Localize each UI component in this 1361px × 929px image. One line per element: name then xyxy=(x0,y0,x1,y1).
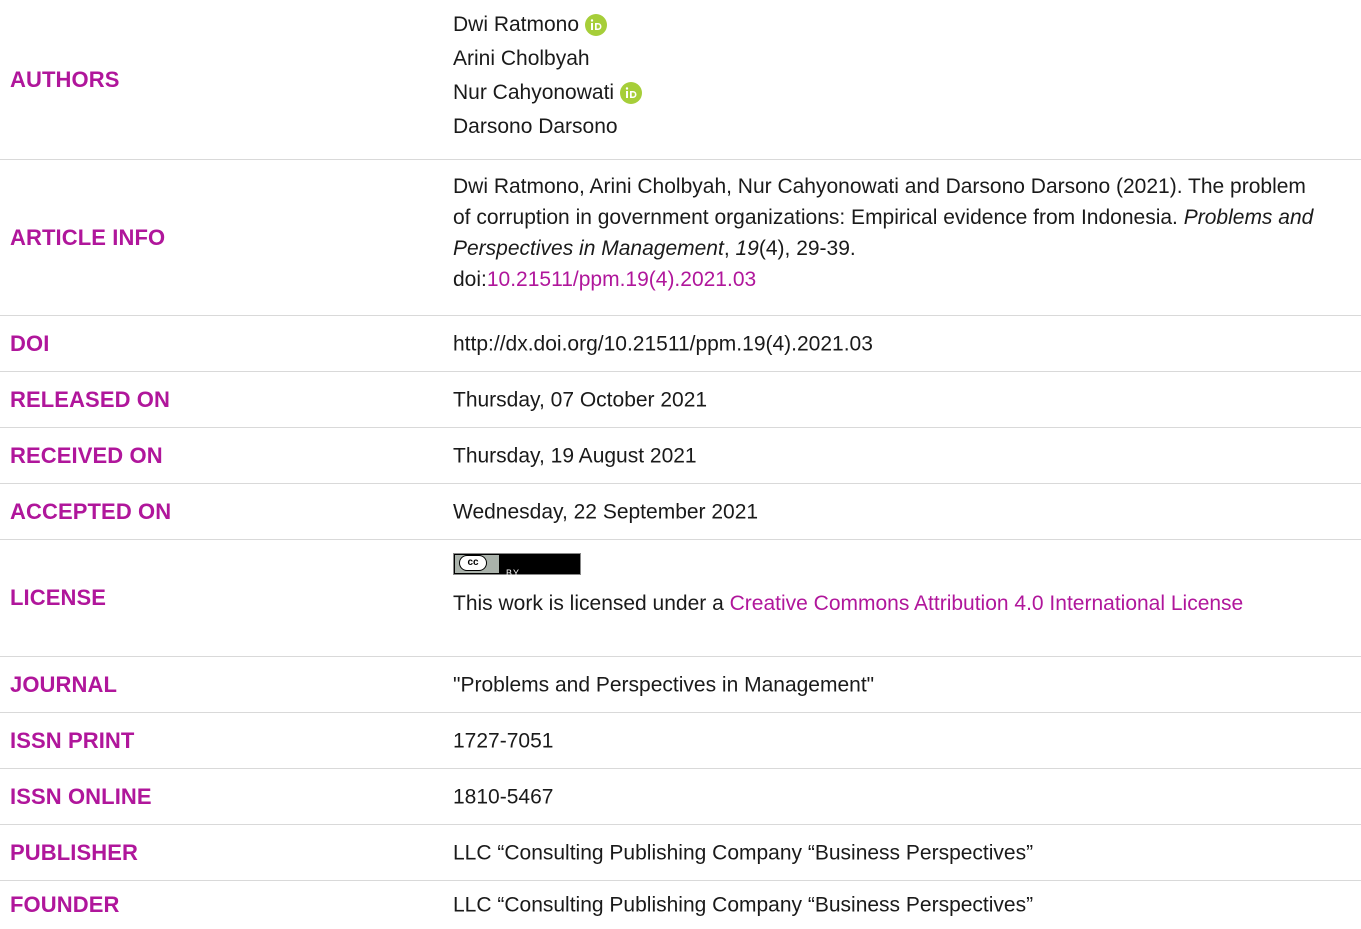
publisher-label: PUBLISHER xyxy=(10,839,139,865)
author-item: Darsono Darsono xyxy=(453,110,1321,144)
issn-online-value: 1810-5467 xyxy=(453,785,554,808)
orcid-icon[interactable] xyxy=(585,14,608,36)
orcid-icon[interactable] xyxy=(620,82,643,104)
doi-prefix: doi: xyxy=(453,268,487,291)
row-doi: DOI http://dx.doi.org/10.21511/ppm.19(4)… xyxy=(0,316,1361,372)
row-authors: AUTHORS Dwi Ratmono Arini Cholbyah Nur C… xyxy=(0,0,1361,160)
license-label: LICENSE xyxy=(10,585,107,610)
accepted-on-label: ACCEPTED ON xyxy=(10,498,172,524)
license-text: This work is licensed under a Creative C… xyxy=(453,592,1244,615)
author-name[interactable]: Arini Cholbyah xyxy=(453,42,590,76)
row-issn-print: ISSN PRINT 1727-7051 xyxy=(0,713,1361,769)
founder-label: FOUNDER xyxy=(10,892,120,917)
author-item: Nur Cahyonowati xyxy=(453,76,1321,110)
citation-volume: 19 xyxy=(735,237,759,260)
row-accepted-on: ACCEPTED ON Wednesday, 22 September 2021 xyxy=(0,484,1361,540)
row-license: LICENSE cc BY This work is licensed unde… xyxy=(0,540,1361,657)
author-name[interactable]: Dwi Ratmono xyxy=(453,8,579,42)
journal-label: JOURNAL xyxy=(10,671,118,697)
issn-online-label: ISSN ONLINE xyxy=(10,783,152,809)
row-publisher: PUBLISHER LLC “Consulting Publishing Com… xyxy=(0,825,1361,881)
license-value: cc BY This work is licensed under a Crea… xyxy=(453,553,1321,619)
row-received-on: RECEIVED ON Thursday, 19 August 2021 xyxy=(0,428,1361,484)
author-name[interactable]: Darsono Darsono xyxy=(453,110,618,144)
citation-doi-link[interactable]: 10.21511/ppm.19(4).2021.03 xyxy=(487,268,756,291)
license-link[interactable]: Creative Commons Attribution 4.0 Interna… xyxy=(730,592,1244,615)
released-on-label: RELEASED ON xyxy=(10,386,171,412)
released-on-value: Thursday, 07 October 2021 xyxy=(453,388,708,411)
article-info-citation: Dwi Ratmono, Arini Cholbyah, Nur Cahyono… xyxy=(453,175,1314,291)
issn-print-label: ISSN PRINT xyxy=(10,727,135,753)
received-on-value: Thursday, 19 August 2021 xyxy=(453,444,697,467)
cc-logo: cc xyxy=(459,555,487,571)
author-item: Arini Cholbyah xyxy=(453,42,1321,76)
row-issn-online: ISSN ONLINE 1810-5467 xyxy=(0,769,1361,825)
cc-by-badge-icon[interactable]: cc BY xyxy=(453,553,581,578)
doi-value: http://dx.doi.org/10.21511/ppm.19(4).202… xyxy=(453,332,873,355)
row-released-on: RELEASED ON Thursday, 07 October 2021 xyxy=(0,372,1361,428)
author-item: Dwi Ratmono xyxy=(453,8,1321,42)
founder-value: LLC “Consulting Publishing Company “Busi… xyxy=(453,893,1034,917)
row-article-info: ARTICLE INFO Dwi Ratmono, Arini Cholbyah… xyxy=(0,160,1361,316)
publisher-value: LLC “Consulting Publishing Company “Busi… xyxy=(453,841,1034,864)
accepted-on-value: Wednesday, 22 September 2021 xyxy=(453,500,759,523)
cc-by-text: BY xyxy=(506,568,521,578)
author-name[interactable]: Nur Cahyonowati xyxy=(453,76,614,110)
article-info-label: ARTICLE INFO xyxy=(10,224,166,250)
citation-authors: Dwi Ratmono, Arini Cholbyah, Nur Cahyono… xyxy=(453,175,1183,198)
row-founder: FOUNDER LLC “Consulting Publishing Compa… xyxy=(0,881,1361,929)
authors-label: AUTHORS xyxy=(10,66,120,92)
doi-label: DOI xyxy=(10,330,50,356)
received-on-label: RECEIVED ON xyxy=(10,442,163,468)
citation-issue-pages: (4), 29-39. xyxy=(758,237,856,260)
journal-value: "Problems and Perspectives in Management… xyxy=(453,673,875,696)
issn-print-value: 1727-7051 xyxy=(453,729,554,752)
authors-list: Dwi Ratmono Arini Cholbyah Nur Cahyonowa… xyxy=(453,8,1321,144)
row-journal: JOURNAL "Problems and Perspectives in Ma… xyxy=(0,657,1361,713)
